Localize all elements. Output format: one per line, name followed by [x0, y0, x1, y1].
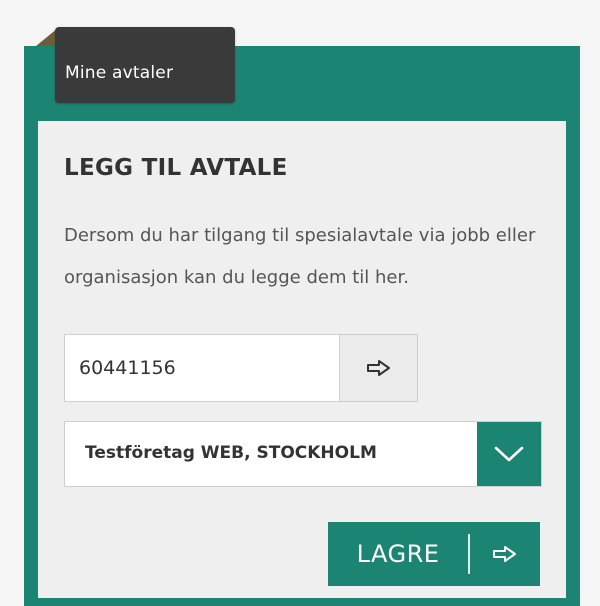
dropdown-toggle[interactable] [477, 422, 541, 486]
organization-select[interactable]: Testföretag WEB, STOCKHOLM [64, 421, 542, 487]
arrow-right-outline-icon [366, 360, 390, 376]
tab-mine-avtaler[interactable]: Mine avtaler [55, 27, 235, 103]
tab-label: Mine avtaler [65, 63, 174, 83]
page-title: LEGG TIL AVTALE [64, 155, 288, 181]
chevron-down-icon [494, 446, 524, 462]
description-text: Dersom du har tilgang til spesialavtale … [64, 225, 536, 288]
add-agreement-card: LEGG TIL AVTALE Dersom du har tilgang ti… [38, 121, 566, 598]
arrow-right-outline-icon [493, 546, 516, 562]
save-button-icon-wrap [470, 545, 540, 563]
submit-code-button[interactable] [339, 335, 417, 401]
save-button[interactable]: LAGRE [328, 522, 540, 586]
organization-select-value: Testföretag WEB, STOCKHOLM [85, 443, 377, 463]
agreement-code-input[interactable] [65, 335, 339, 401]
save-button-label: LAGRE [356, 540, 440, 568]
agreement-code-group [64, 334, 418, 402]
